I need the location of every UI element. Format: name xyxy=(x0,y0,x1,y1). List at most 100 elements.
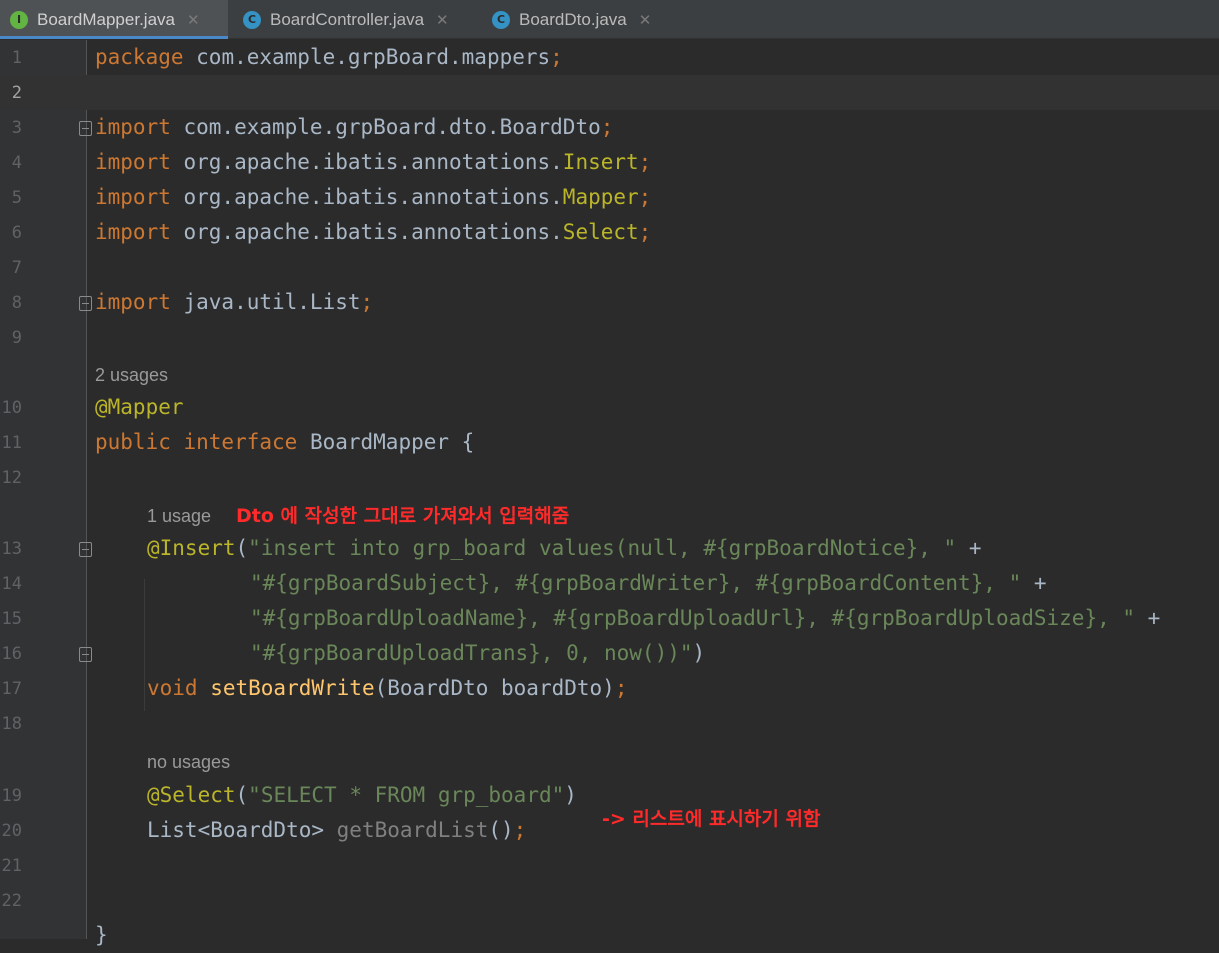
code-line[interactable]: 20 List<BoardDto> getBoardList(); xyxy=(0,813,1219,848)
line-number: 3 xyxy=(11,118,22,138)
annotation-note: Dto 에 작성한 그대로 가져와서 입력해줌 xyxy=(236,505,570,527)
string-literal: "#{grpBoardSubject}, #{grpBoardWriter}, … xyxy=(250,571,1022,595)
keyword: import xyxy=(95,290,171,314)
line-number: 4 xyxy=(11,153,22,173)
string-literal: "insert into grp_board values(null, #{gr… xyxy=(248,536,957,560)
fold-icon[interactable] xyxy=(79,647,92,662)
paren: ) xyxy=(692,641,706,665)
code-line[interactable]: 1 package com.example.grpBoard.mappers; xyxy=(0,40,1219,75)
keyword: import xyxy=(95,185,171,209)
import-path: org.apache.ibatis.annotations. xyxy=(170,150,563,174)
code-line[interactable]: 16 "#{grpBoardUploadTrans}, 0, now())") xyxy=(0,636,1219,671)
package-name: com.example.grpBoard.mappers xyxy=(183,45,551,69)
paren: ( xyxy=(235,536,249,560)
code-line[interactable]: 9 xyxy=(0,320,1219,355)
keyword: void xyxy=(147,676,198,700)
semicolon: ; xyxy=(638,220,652,244)
line-number: 21 xyxy=(1,856,22,876)
usages-hint[interactable]: 1 usage xyxy=(147,506,211,527)
fold-icon[interactable] xyxy=(79,542,92,557)
line-number: 9 xyxy=(11,328,22,348)
line-number: 1 xyxy=(11,48,22,68)
method-name-unused: getBoardList xyxy=(336,818,489,842)
tab-boarddto[interactable]: C BoardDto.java ✕ xyxy=(482,0,682,39)
code-line[interactable]: 13 @Insert("insert into grp_board values… xyxy=(0,531,1219,566)
line-number: 16 xyxy=(1,644,22,664)
import-path: org.apache.ibatis.annotations. xyxy=(170,220,563,244)
line-number: 18 xyxy=(1,714,22,734)
line-number: 6 xyxy=(11,223,22,243)
semicolon: ; xyxy=(638,185,652,209)
paren: ) xyxy=(564,783,577,807)
code-line[interactable]: 17 void setBoardWrite(BoardDto boardDto)… xyxy=(0,671,1219,706)
keyword: import xyxy=(95,220,171,244)
semicolon: ; xyxy=(600,115,614,139)
code-line[interactable]: 14 "#{grpBoardSubject}, #{grpBoardWriter… xyxy=(0,566,1219,601)
code-line-current[interactable]: 2 xyxy=(0,75,1219,110)
interface-icon: I xyxy=(10,10,28,29)
code-line[interactable]: 7 xyxy=(0,250,1219,285)
string-literal: "#{grpBoardUploadTrans}, 0, now())" xyxy=(250,641,693,665)
code-line[interactable]: 3 import com.example.grpBoard.dto.BoardD… xyxy=(0,110,1219,145)
line-number: 5 xyxy=(11,188,22,208)
operator: + xyxy=(956,536,982,560)
method-name: setBoardWrite xyxy=(197,676,375,700)
close-icon[interactable]: ✕ xyxy=(187,11,200,29)
fold-icon[interactable] xyxy=(79,121,92,136)
operator: + xyxy=(1021,571,1047,595)
semicolon: ; xyxy=(360,290,374,314)
line-number: 8 xyxy=(11,293,22,313)
semicolon: ; xyxy=(550,45,563,69)
line-number: 13 xyxy=(1,539,22,559)
import-path: org.apache.ibatis.annotations. xyxy=(170,185,563,209)
usages-hint[interactable]: 2 usages xyxy=(95,365,168,386)
annotation-class: Select xyxy=(562,220,639,244)
tab-label: BoardController.java xyxy=(270,9,425,29)
code-line[interactable]: 4 import org.apache.ibatis.annotations.I… xyxy=(0,145,1219,180)
tab-boardcontroller[interactable]: C BoardController.java ✕ xyxy=(228,0,482,39)
tab-boardmapper[interactable]: I BoardMapper.java ✕ xyxy=(0,0,228,39)
close-icon[interactable]: ✕ xyxy=(639,11,652,29)
code-line[interactable]: 15 "#{grpBoardUploadName}, #{grpBoardUpl… xyxy=(0,601,1219,636)
line-number: 12 xyxy=(1,468,22,488)
line-number: 15 xyxy=(1,609,22,629)
usages-hint[interactable]: no usages xyxy=(147,752,230,773)
string-literal: "#{grpBoardUploadName}, #{grpBoardUpload… xyxy=(250,606,1136,630)
closing-brace: } xyxy=(95,923,108,947)
import-path: java.util.List xyxy=(170,290,361,314)
code-line[interactable]: 5 import org.apache.ibatis.annotations.M… xyxy=(0,180,1219,215)
code-line[interactable]: 12 xyxy=(0,460,1219,495)
line-number: 10 xyxy=(1,398,22,418)
annotation-class: Insert xyxy=(562,150,639,174)
code-line[interactable]: 21 xyxy=(0,848,1219,883)
code-line[interactable]: } xyxy=(0,918,1219,953)
close-icon[interactable]: ✕ xyxy=(436,11,449,29)
code-line[interactable]: 6 import org.apache.ibatis.annotations.S… xyxy=(0,215,1219,250)
annotation: @Mapper xyxy=(95,395,184,419)
editor-tab-bar: I BoardMapper.java ✕ C BoardController.j… xyxy=(0,0,1219,39)
code-editor[interactable]: 1 package com.example.grpBoard.mappers; … xyxy=(0,40,1219,947)
annotation: @Select xyxy=(147,783,236,807)
return-type: List<BoardDto> xyxy=(147,818,337,842)
keyword: import xyxy=(95,115,171,139)
keyword: public xyxy=(95,430,171,454)
tab-label: BoardDto.java xyxy=(519,9,627,29)
paren: () xyxy=(488,818,514,842)
line-number: 14 xyxy=(1,574,22,594)
keyword: package xyxy=(95,45,184,69)
annotation: @Insert xyxy=(147,536,236,560)
parameters: (BoardDto boardDto) xyxy=(374,676,615,700)
semicolon: ; xyxy=(638,150,652,174)
code-line[interactable]: 22 xyxy=(0,883,1219,918)
operator: + xyxy=(1135,606,1161,630)
line-number: 17 xyxy=(1,679,22,699)
code-line[interactable]: 11 public interface BoardMapper { xyxy=(0,425,1219,460)
annotation-class: Mapper xyxy=(562,185,639,209)
tab-label: BoardMapper.java xyxy=(37,9,175,29)
code-line[interactable]: 10 @Mapper xyxy=(0,390,1219,425)
code-line[interactable]: 8 import java.util.List; xyxy=(0,285,1219,320)
interface-name: BoardMapper { xyxy=(297,430,475,454)
code-line[interactable]: 18 xyxy=(0,706,1219,741)
keyword: interface xyxy=(170,430,298,454)
fold-icon[interactable] xyxy=(79,296,92,311)
